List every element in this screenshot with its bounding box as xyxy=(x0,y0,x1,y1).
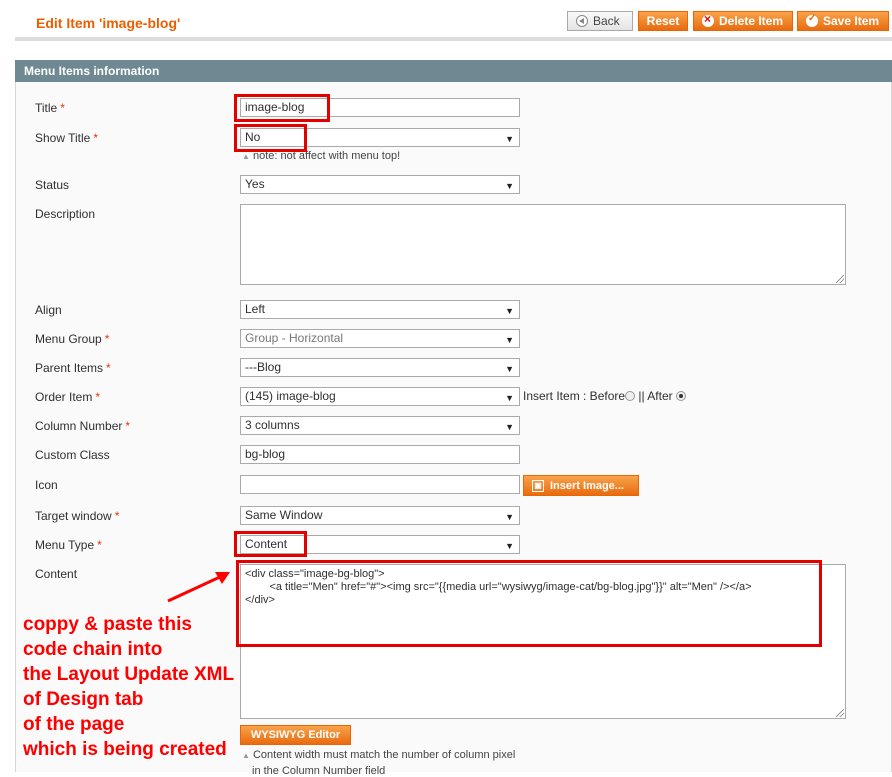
chevron-down-icon: ▼ xyxy=(505,134,514,144)
highlight-content xyxy=(236,560,822,647)
target-window-select[interactable]: Same Window ▼ xyxy=(240,506,520,525)
resize-handle[interactable] xyxy=(836,709,844,717)
before-radio[interactable] xyxy=(625,391,636,401)
menu-type-label: Menu Type * xyxy=(35,538,102,552)
column-number-select[interactable]: 3 columns ▼ xyxy=(240,416,520,435)
page-title: Edit Item 'image-blog' xyxy=(36,15,181,31)
chevron-down-icon: ▼ xyxy=(505,422,514,432)
reset-button[interactable]: Reset xyxy=(638,11,688,31)
chevron-down-icon: ▼ xyxy=(505,393,514,403)
status-select[interactable]: Yes ▼ xyxy=(240,175,520,194)
annotation-line: code chain into xyxy=(23,639,163,660)
annotation-arrow xyxy=(167,572,230,603)
annotation-line: which is being created xyxy=(23,739,227,760)
title-label: Title * xyxy=(35,101,65,115)
caret-up-icon: ▲ xyxy=(242,152,250,161)
caret-up-icon: ▲ xyxy=(242,751,250,760)
resize-handle[interactable] xyxy=(836,275,844,283)
status-label: Status xyxy=(35,178,70,192)
chevron-down-icon: ▼ xyxy=(505,335,514,345)
annotation-line: of Design tab xyxy=(23,689,144,710)
parent-items-select[interactable]: ---Blog ▼ xyxy=(240,358,520,377)
back-button[interactable]: Back xyxy=(567,11,633,31)
content-label: Content xyxy=(35,567,78,581)
highlight-show-title xyxy=(234,124,307,152)
column-number-label: Column Number * xyxy=(35,419,131,433)
delete-icon xyxy=(702,12,714,27)
chevron-down-icon: ▼ xyxy=(505,364,514,374)
highlight-menu-type xyxy=(234,531,307,557)
chevron-down-icon: ▼ xyxy=(505,541,514,551)
content-note-2: in the Column Number field xyxy=(252,765,386,777)
back-arrow-icon xyxy=(576,15,588,27)
wysiwyg-editor-button[interactable]: WYSIWYG Editor xyxy=(240,725,351,745)
reset-button-label: Reset xyxy=(646,14,680,28)
description-textarea[interactable] xyxy=(240,204,846,285)
order-item-label: Order Item * xyxy=(35,390,101,404)
menu-group-select: Group - Horizontal ▼ xyxy=(240,329,520,348)
save-item-button[interactable]: Save Item xyxy=(797,11,889,31)
header-divider xyxy=(15,37,892,41)
description-label: Description xyxy=(35,207,96,221)
annotation-line: of the page xyxy=(23,714,125,735)
icon-input[interactable] xyxy=(240,475,520,494)
delete-item-button[interactable]: Delete Item xyxy=(693,11,793,31)
insert-position-group: Insert Item : Before || After xyxy=(523,389,686,403)
annotation-line: coppy & paste this xyxy=(23,614,192,635)
target-window-label: Target window * xyxy=(35,509,120,523)
save-button-label: Save Item xyxy=(823,14,880,28)
chevron-down-icon: ▼ xyxy=(505,512,514,522)
checkmark-icon xyxy=(806,13,818,27)
custom-class-label: Custom Class xyxy=(35,448,110,462)
align-label: Align xyxy=(35,303,62,317)
back-button-label: Back xyxy=(593,14,620,28)
highlight-title xyxy=(234,94,330,122)
chevron-down-icon: ▼ xyxy=(505,181,514,191)
section-header: Menu Items information xyxy=(15,60,892,82)
parent-items-label: Parent Items * xyxy=(35,361,111,375)
show-title-label: Show Title * xyxy=(35,131,99,145)
align-select[interactable]: Left ▼ xyxy=(240,300,520,319)
after-radio[interactable] xyxy=(675,391,686,401)
custom-class-input[interactable]: bg-blog xyxy=(240,445,520,464)
icon-label: Icon xyxy=(35,478,58,492)
chevron-down-icon: ▼ xyxy=(505,306,514,316)
insert-image-button[interactable]: ▣ Insert Image... xyxy=(523,475,639,496)
menu-group-label: Menu Group * xyxy=(35,332,110,346)
annotation-line: the Layout Update XML xyxy=(23,664,235,685)
image-icon: ▣ xyxy=(532,479,544,492)
order-item-select[interactable]: (145) image-blog ▼ xyxy=(240,387,520,406)
delete-button-label: Delete Item xyxy=(719,14,784,28)
content-note: ▲ Content width must match the number of… xyxy=(242,749,516,761)
